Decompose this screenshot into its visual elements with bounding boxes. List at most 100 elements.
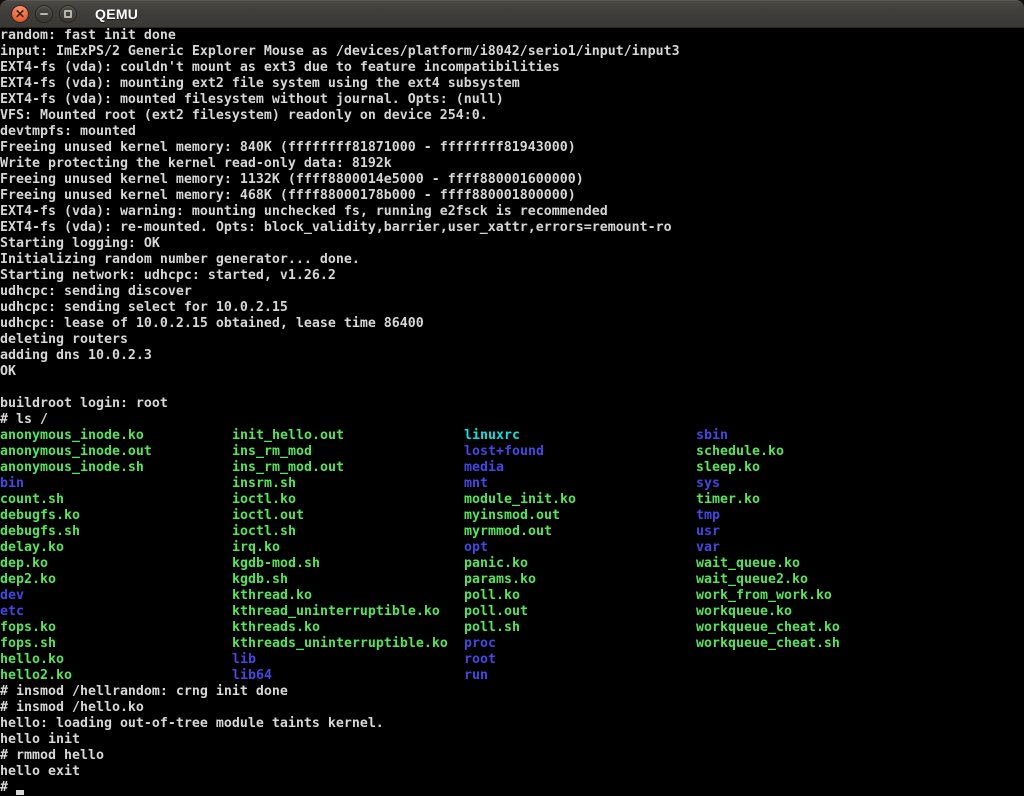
ls-entry-file: ioctl.ko [232,492,464,508]
ls-entry-file: myinsmod.out [464,508,696,524]
ls-entry-file: kgdb.sh [232,572,464,588]
console-line: hello exit [0,764,1024,780]
minimize-button[interactable] [35,5,53,23]
ls-entry-dir: run [464,668,696,684]
ls-entry-file: workqueue_cheat.ko [696,620,928,636]
ls-entry-file: sleep.ko [696,460,928,476]
ls-entry-file: panic.ko [464,556,696,572]
ls-entry-file: init_hello.out [232,428,464,444]
ls-row: anonymous_inode.outins_rm_modlost+founds… [0,444,1024,460]
console-line: VFS: Mounted root (ext2 filesystem) read… [0,108,1024,124]
console-line: udhcpc: sending discover [0,284,1024,300]
ls-entry-file: dep.ko [0,556,232,572]
console-line: # ls / [0,412,1024,428]
console-output[interactable]: random: fast init doneinput: ImExPS/2 Ge… [0,28,1024,796]
ls-entry-dir: bin [0,476,232,492]
console-line: udhcpc: lease of 10.0.2.15 obtained, lea… [0,316,1024,332]
ls-entry-file: workqueue.ko [696,604,928,620]
ls-entry-file: ioctl.out [232,508,464,524]
prompt-line: # [0,780,1024,796]
ls-entry-file: insrm.sh [232,476,464,492]
ls-entry-file: anonymous_inode.ko [0,428,232,444]
console-line: hello init [0,732,1024,748]
window-title: QEMU [95,6,138,22]
ls-entry-file: schedule.ko [696,444,928,460]
console-line: random: fast init done [0,28,1024,44]
ls-entry-file: module_init.ko [464,492,696,508]
ls-row: delay.koirq.kooptvar [0,540,1024,556]
ls-entry-file: kthreads_uninterruptible.ko [232,636,464,652]
ls-entry-file: hello2.ko [0,668,232,684]
ls-row: anonymous_inode.shins_rm_mod.outmediasle… [0,460,1024,476]
ls-row: fops.kokthreads.kopoll.shworkqueue_cheat… [0,620,1024,636]
ls-entry-dir: lib64 [232,668,464,684]
ls-entry-dir: root [464,652,696,668]
ls-entry-dir: usr [696,524,928,540]
console-line: hello: loading out-of-tree module taints… [0,716,1024,732]
ls-entry-file: ins_rm_mod.out [232,460,464,476]
ls-entry-dir: proc [464,636,696,652]
ls-entry-file: kthreads.ko [232,620,464,636]
ls-row: count.shioctl.komodule_init.kotimer.ko [0,492,1024,508]
ls-entry-file: poll.sh [464,620,696,636]
ls-entry-dir: sbin [696,428,928,444]
console-line: EXT4-fs (vda): couldn't mount as ext3 du… [0,60,1024,76]
ls-entry-dir: mnt [464,476,696,492]
ls-row: fops.shkthreads_uninterruptible.koprocwo… [0,636,1024,652]
ls-entry-file: kthread.ko [232,588,464,604]
console-line: OK [0,364,1024,380]
ls-row: anonymous_inode.koinit_hello.outlinuxrcs… [0,428,1024,444]
console-line: EXT4-fs (vda): warning: mounting uncheck… [0,204,1024,220]
ls-entry-dir: media [464,460,696,476]
ls-row: hello2.kolib64run [0,668,1024,684]
ls-row: dep2.kokgdb.shparams.kowait_queue2.ko [0,572,1024,588]
ls-entry-file: irq.ko [232,540,464,556]
maximize-button[interactable] [59,5,77,23]
ls-entry-file: fops.sh [0,636,232,652]
text-cursor [16,780,24,796]
ls-entry-file: kthread_uninterruptible.ko [232,604,464,620]
console-line: adding dns 10.0.2.3 [0,348,1024,364]
ls-entry-file: poll.out [464,604,696,620]
ls-entry-file: anonymous_inode.out [0,444,232,460]
console-line [0,380,1024,396]
ls-entry-file: debugfs.sh [0,524,232,540]
ls-entry-file: count.sh [0,492,232,508]
ls-entry-file: hello.ko [0,652,232,668]
console-line: Starting logging: OK [0,236,1024,252]
ls-row: bininsrm.shmntsys [0,476,1024,492]
ls-entry-file: delay.ko [0,540,232,556]
console-line: Freeing unused kernel memory: 468K (ffff… [0,188,1024,204]
close-icon: ✕ [15,8,25,20]
ls-entry-file: ioctl.sh [232,524,464,540]
console-line: Write protecting the kernel read-only da… [0,156,1024,172]
prompt-text: # [0,780,16,795]
ls-entry-file: wait_queue2.ko [696,572,928,588]
console-line: buildroot login: root [0,396,1024,412]
ls-entry-dir: tmp [696,508,928,524]
ls-entry-symlink: linuxrc [464,428,696,444]
ls-entry-file: work_from_work.ko [696,588,928,604]
close-button[interactable]: ✕ [11,5,29,23]
ls-row: debugfs.shioctl.shmyrmmod.outusr [0,524,1024,540]
ls-entry-file: wait_queue.ko [696,556,928,572]
ls-entry-file: kgdb-mod.sh [232,556,464,572]
ls-entry-dir: lib [232,652,464,668]
console-line: EXT4-fs (vda): mounting ext2 file system… [0,76,1024,92]
console-line: Initializing random number generator... … [0,252,1024,268]
ls-row: dep.kokgdb-mod.shpanic.kowait_queue.ko [0,556,1024,572]
window-titlebar[interactable]: ✕ QEMU [0,0,1024,28]
ls-entry-file: dep2.ko [0,572,232,588]
ls-entry-file: fops.ko [0,620,232,636]
console-line: Starting network: udhcpc: started, v1.26… [0,268,1024,284]
ls-row: debugfs.koioctl.outmyinsmod.outtmp [0,508,1024,524]
ls-entry-dir: dev [0,588,232,604]
qemu-window: ✕ QEMU random: fast init doneinput: ImEx… [0,0,1024,796]
ls-entry-file: params.ko [464,572,696,588]
console-line: Freeing unused kernel memory: 1132K (fff… [0,172,1024,188]
ls-entry-file: poll.ko [464,588,696,604]
ls-row: devkthread.kopoll.kowork_from_work.ko [0,588,1024,604]
ls-entry-file: timer.ko [696,492,928,508]
ls-entry-file: myrmmod.out [464,524,696,540]
console-line: # rmmod hello [0,748,1024,764]
